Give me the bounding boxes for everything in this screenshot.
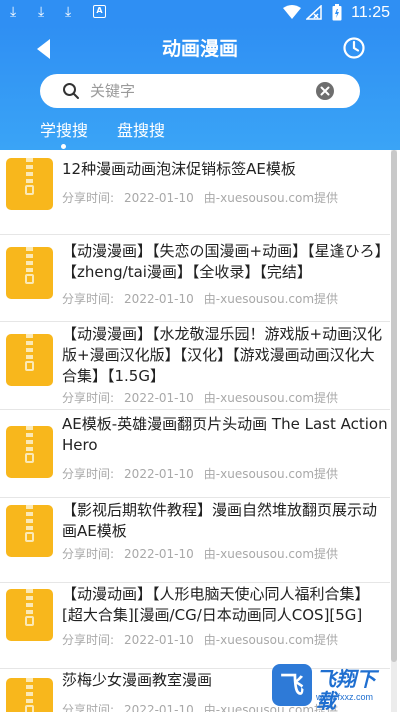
item-title[interactable]: 【动漫漫画】【失恋の国漫画+动画】【星逢ひろ】【zheng/tai漫画】【全收录… [62, 241, 388, 283]
item-title[interactable]: AE模板-英雄漫画翻页片头动画 The Last Action Hero [62, 414, 388, 456]
zip-file-icon [6, 505, 53, 557]
share-date: 2022-01-10 [124, 292, 194, 306]
list-item[interactable]: 【影视后期软件教程】漫画自然堆放翻页展示动画AE模板 分享时间: 2022-01-… [0, 498, 390, 583]
tab-pansousou[interactable]: 盘搜搜 [117, 120, 165, 142]
item-title[interactable]: 【动漫动画】【人形电脑天使心同人福利合集】[超大合集][漫画/CG/日本动画同人… [62, 584, 388, 626]
share-label: 分享时间: [62, 191, 115, 205]
source-text: 由-xuesousou.com提供 [203, 391, 339, 405]
source-text: 由-xuesousou.com提供 [203, 191, 339, 205]
clear-search-button[interactable] [315, 81, 335, 101]
list-item[interactable]: 【动漫动画】【人形电脑天使心同人福利合集】[超大合集][漫画/CG/日本动画同人… [0, 583, 390, 669]
tab-xuesousou[interactable]: 学搜搜 [40, 120, 88, 142]
result-list[interactable]: 12种漫画动画泡沫促销标签AE模板 分享时间: 2022-01-10 由-xueso… [0, 150, 400, 712]
share-date: 2022-01-10 [124, 191, 194, 205]
share-label: 分享时间: [62, 547, 115, 561]
history-button[interactable] [342, 36, 366, 60]
status-time: 11:25 [351, 4, 390, 21]
search-input[interactable] [90, 74, 310, 108]
search-icon[interactable] [62, 82, 80, 100]
source-text: 由-xuesousou.com提供 [203, 633, 339, 647]
scrollbar-thumb[interactable] [391, 150, 397, 662]
share-label: 分享时间: [62, 467, 115, 481]
item-title[interactable]: 12种漫画动画泡沫促销标签AE模板 [62, 159, 388, 180]
share-label: 分享时间: [62, 391, 115, 405]
watermark-logo: 飞 [272, 664, 312, 706]
item-meta: 分享时间: 2022-01-10 由-xuesousou.com提供 [62, 632, 348, 648]
download-icon: ⤓ [38, 4, 45, 20]
list-item[interactable]: AE模板-英雄漫画翻页片头动画 The Last Action Hero 分享时… [0, 410, 390, 498]
share-date: 2022-01-10 [124, 633, 194, 647]
share-label: 分享时间: [62, 633, 115, 647]
status-bar: ⤓ ⤓ ⤓ A 11:25 [0, 0, 400, 26]
app-header: 动画漫画 学搜搜 盘搜搜 [0, 26, 400, 150]
share-label: 分享时间: [62, 292, 115, 306]
battery-icon [332, 4, 342, 21]
zip-file-icon [6, 334, 53, 386]
download-icon: ⤓ [65, 4, 72, 20]
search-bar[interactable] [40, 74, 360, 108]
item-title[interactable]: 【动漫漫画】【水龙敬湿乐园！游戏版+动画汉化版+漫画汉化版】【汉化】【游戏漫画动… [62, 324, 388, 387]
item-meta: 分享时间: 2022-01-10 由-xuesousou.com提供 [62, 466, 348, 482]
source-text: 由-xuesousou.com提供 [203, 547, 339, 561]
zip-file-icon [6, 247, 53, 299]
item-title[interactable]: 【影视后期软件教程】漫画自然堆放翻页展示动画AE模板 [62, 500, 388, 542]
list-item[interactable]: 【动漫漫画】【失恋の国漫画+动画】【星逢ひろ】【zheng/tai漫画】【全收录… [0, 235, 390, 322]
source-text: 由-xuesousou.com提供 [203, 467, 339, 481]
share-label: 分享时间: [62, 703, 115, 712]
share-date: 2022-01-10 [124, 547, 194, 561]
item-meta: 分享时间: 2022-01-10 由-xuesousou.com提供 [62, 546, 348, 562]
zip-file-icon [6, 158, 53, 210]
site-watermark: 飞 飞翔下载 www.fxxz.com [270, 664, 395, 712]
zip-file-icon [6, 678, 53, 712]
item-meta: 分享时间: 2022-01-10 由-xuesousou.com提供 [62, 390, 348, 406]
source-text: 由-xuesousou.com提供 [203, 292, 339, 306]
zip-file-icon [6, 589, 53, 641]
list-item[interactable]: 12种漫画动画泡沫促销标签AE模板 分享时间: 2022-01-10 由-xueso… [0, 150, 390, 235]
share-date: 2022-01-10 [124, 703, 194, 712]
active-tab-indicator [61, 144, 66, 149]
wifi-icon [283, 5, 301, 19]
zip-file-icon [6, 426, 53, 478]
page-title: 动画漫画 [161, 38, 238, 60]
watermark-text: 飞翔下载 [316, 667, 376, 712]
watermark-url: www.fxxz.com [316, 692, 374, 702]
download-icon: ⤓ [10, 4, 17, 20]
list-item[interactable]: 【动漫漫画】【水龙敬湿乐园！游戏版+动画汉化版+漫画汉化版】【汉化】【游戏漫画动… [0, 322, 390, 410]
share-date: 2022-01-10 [124, 391, 194, 405]
item-meta: 分享时间: 2022-01-10 由-xuesousou.com提供 [62, 190, 348, 206]
share-date: 2022-01-10 [124, 467, 194, 481]
item-meta: 分享时间: 2022-01-10 由-xuesousou.com提供 [62, 291, 348, 307]
app-notification-icon: A [93, 5, 106, 18]
no-signal-icon [306, 5, 322, 20]
